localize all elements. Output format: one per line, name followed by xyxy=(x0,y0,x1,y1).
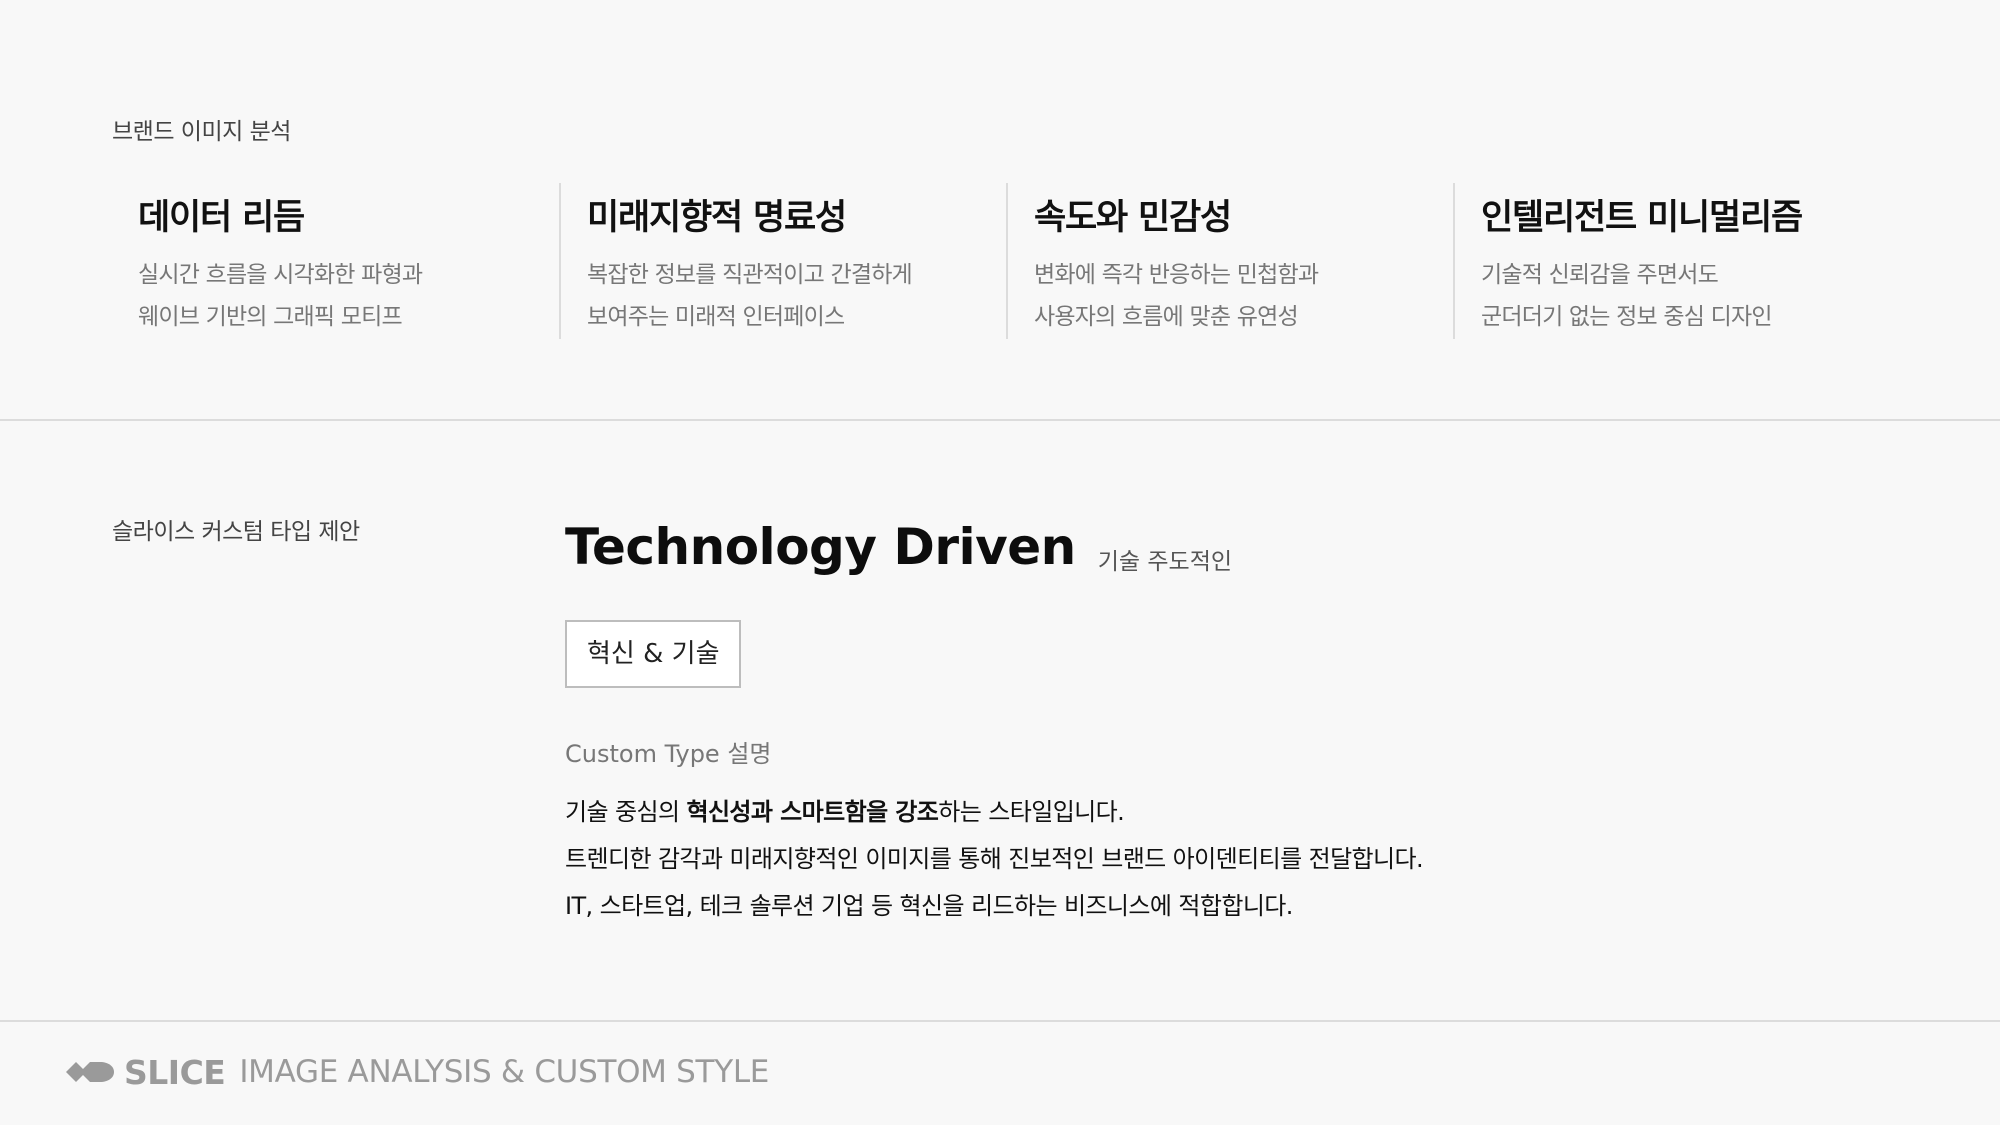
section-divider xyxy=(0,419,2000,421)
type-heading: Technology Driven 기술 주도적인 xyxy=(565,512,1865,578)
footer: SLICE IMAGE ANALYSIS & CUSTOM STYLE xyxy=(64,1050,769,1094)
brand-analysis-cards: 데이터 리듬 실시간 흐름을 시각화한 파형과 웨이브 기반의 그래픽 모티프 … xyxy=(112,183,1900,339)
description-line: IT, 스타트업, 테크 솔루션 기업 등 혁신을 리드하는 비즈니스에 적합합… xyxy=(565,892,1293,920)
card-desc-line: 기술적 신뢰감을 주면서도 xyxy=(1480,262,1719,288)
description-line: 기술 중심의 혁신성과 스마트함을 강조하는 스타일입니다. xyxy=(565,789,1865,836)
description-heading: Custom Type 설명 xyxy=(565,740,772,768)
card-desc-line: 웨이브 기반의 그래픽 모티프 xyxy=(138,304,403,330)
card-title: 속도와 민감성 xyxy=(1033,198,1232,238)
brand-card-minimalism: 인텔리전트 미니멀리즘 기술적 신뢰감을 주면서도 군더더기 없는 정보 중심 … xyxy=(1452,183,1900,339)
description-emphasis: 혁신성과 스마트함을 강조 xyxy=(686,798,939,826)
card-desc-line: 복잡한 정보를 직관적이고 간결하게 xyxy=(586,262,913,288)
custom-type-label: 슬라이스 커스텀 타입 제안 xyxy=(112,519,360,545)
card-description: 기술적 신뢰감을 주면서도 군더더기 없는 정보 중심 디자인 xyxy=(1481,254,1900,338)
description-body: 기술 중심의 혁신성과 스마트함을 강조하는 스타일입니다. 트렌디한 감각과 … xyxy=(565,789,1865,930)
type-tag: 혁신 & 기술 xyxy=(565,620,742,688)
description-text: 하는 스타일입니다. xyxy=(938,798,1125,826)
card-description: 변화에 즉각 반응하는 민첩함과 사용자의 흐름에 맞춘 유연성 xyxy=(1034,254,1453,338)
brand-card-clarity: 미래지향적 명료성 복잡한 정보를 직관적이고 간결하게 보여주는 미래적 인터… xyxy=(558,183,1006,339)
card-desc-line: 실시간 흐름을 시각화한 파형과 xyxy=(138,262,423,288)
card-title: 데이터 리듬 xyxy=(138,198,305,238)
card-desc-line: 변화에 즉각 반응하는 민첩함과 xyxy=(1033,262,1319,288)
slice-logo-icon xyxy=(64,1056,116,1088)
type-title: Technology Driven xyxy=(565,518,1076,576)
card-desc-line: 군더더기 없는 정보 중심 디자인 xyxy=(1480,304,1773,330)
brand-card-speed: 속도와 민감성 변화에 즉각 반응하는 민첩함과 사용자의 흐름에 맞춘 유연성 xyxy=(1005,183,1453,339)
brand-card-data-rhythm: 데이터 리듬 실시간 흐름을 시각화한 파형과 웨이브 기반의 그래픽 모티프 xyxy=(112,183,559,339)
brand-analysis-label: 브랜드 이미지 분석 xyxy=(112,119,291,145)
card-desc-line: 보여주는 미래적 인터페이스 xyxy=(586,304,845,330)
card-description: 실시간 흐름을 시각화한 파형과 웨이브 기반의 그래픽 모티프 xyxy=(138,254,559,338)
description-text: 기술 중심의 xyxy=(565,798,687,826)
card-desc-line: 사용자의 흐름에 맞춘 유연성 xyxy=(1033,304,1299,330)
custom-type-block: Technology Driven 기술 주도적인 혁신 & 기술 Custom… xyxy=(565,512,1865,930)
footer-tagline: IMAGE ANALYSIS & CUSTOM STYLE xyxy=(239,1054,770,1090)
footer-divider xyxy=(0,1020,2000,1022)
slice-logo-text: SLICE xyxy=(124,1052,226,1092)
card-title: 인텔리전트 미니멀리즘 xyxy=(1480,198,1803,238)
card-description: 복잡한 정보를 직관적이고 간결하게 보여주는 미래적 인터페이스 xyxy=(587,254,1006,338)
description-line: 트렌디한 감각과 미래지향적인 이미지를 통해 진보적인 브랜드 아이덴티티를 … xyxy=(565,845,1424,873)
card-title: 미래지향적 명료성 xyxy=(586,198,847,238)
type-subtitle: 기술 주도적인 xyxy=(1097,549,1233,575)
